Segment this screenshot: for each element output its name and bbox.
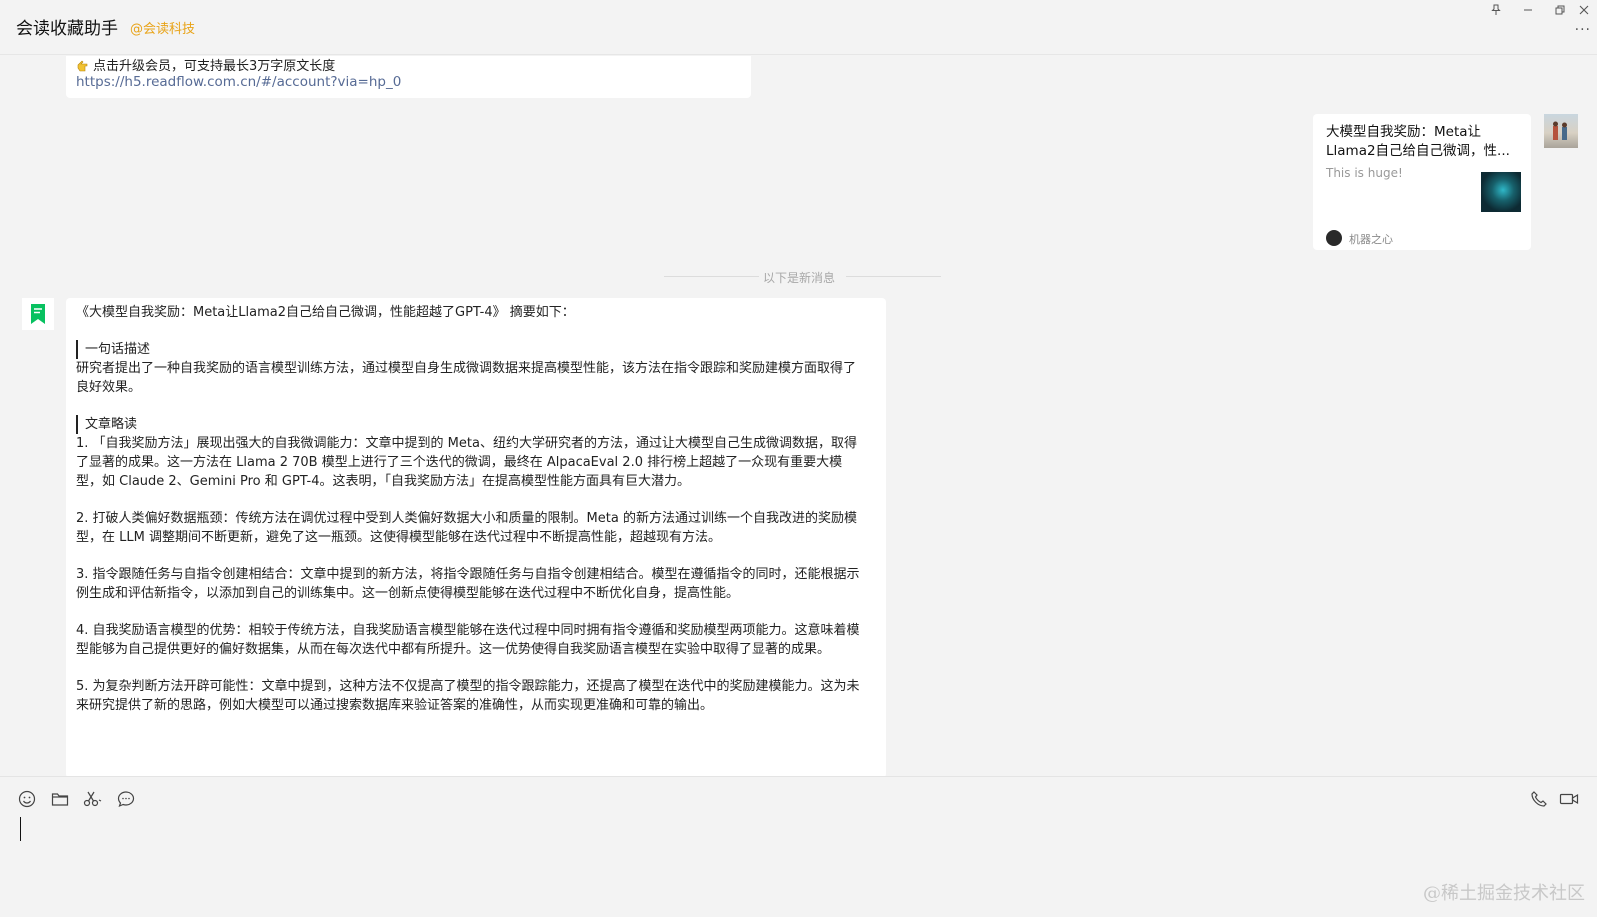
card-title: 大模型自我奖励：Meta让Llama2自己给自己微调，性...: [1326, 124, 1510, 159]
summary-point: 1. 「自我奖励方法」展现出强大的自我微调能力：文章中提到的 Meta、纽约大学…: [76, 436, 857, 489]
summary-point: 3. 指令跟随任务与自指令创建相结合：文章中提到的新方法，将指令跟随任务与自指令…: [76, 567, 860, 601]
video-icon[interactable]: [1558, 788, 1580, 810]
upgrade-link[interactable]: https://h5.readflow.com.cn/#/account?via…: [76, 74, 401, 90]
new-messages-divider: 以下是新消息: [763, 271, 836, 285]
user-avatar[interactable]: [1544, 114, 1578, 148]
close-icon[interactable]: [1570, 0, 1597, 20]
upgrade-text: 点击升级会员，可支持最长3万字原文长度: [93, 59, 336, 74]
phone-icon[interactable]: [1528, 788, 1550, 810]
divider-line-left: [664, 276, 759, 277]
summary-point: 2. 打破人类偏好数据瓶颈：传统方法在调优过程中受到人类偏好数据大小和质量的限制…: [76, 511, 857, 545]
pin-icon[interactable]: [1481, 0, 1511, 20]
watermark: @稀土掘金技术社区: [1423, 883, 1585, 904]
section-body-one-line: 研究者提出了一种自我奖励的语言模型训练方法，通过模型自身生成微调数据来提高模型性…: [76, 361, 857, 395]
title-bar: 会读收藏助手 @会读科技 ···: [0, 0, 1597, 55]
bookmark-avatar-icon: [31, 304, 45, 324]
section-heading-one-line: 一句话描述: [76, 340, 866, 359]
previous-message-bubble: 点击升级会员，可支持最长3万字原文长度 https://h5.readflow.…: [66, 56, 751, 98]
org-tag[interactable]: @会读科技: [130, 18, 195, 37]
bot-avatar[interactable]: [22, 298, 54, 330]
emoji-icon[interactable]: [16, 788, 38, 810]
summary-intro: 《大模型自我奖励：Meta让Llama2自己给自己微调，性能超越了GPT-4》 …: [76, 305, 575, 320]
card-description: This is huge!: [1326, 166, 1403, 180]
scissors-icon[interactable]: [82, 788, 104, 810]
text-cursor: [20, 817, 21, 841]
summary-point: 4. 自我奖励语言模型的优势：相较于传统方法，自我奖励语言模型能够在迭代过程中同…: [76, 623, 860, 657]
summary-point: 5. 为复杂判断方法开辟可能性：文章中提到，这种方法不仅提高了模型的指令跟踪能力…: [76, 679, 860, 713]
divider-line-right: [846, 276, 941, 277]
pointing-hand-icon: [76, 59, 89, 72]
chat-bubble-icon[interactable]: [115, 788, 137, 810]
source-logo-icon: [1326, 230, 1342, 246]
card-thumbnail: [1481, 172, 1521, 212]
chat-messages[interactable]: 点击升级会员，可支持最长3万字原文长度 https://h5.readflow.…: [0, 56, 1597, 776]
card-source: 机器之心: [1349, 233, 1393, 246]
folder-icon[interactable]: [49, 788, 71, 810]
summary-message-bubble: 《大模型自我奖励：Meta让Llama2自己给自己微调，性能超越了GPT-4》 …: [66, 298, 886, 776]
chat-title: 会读收藏助手: [16, 19, 118, 39]
more-icon[interactable]: ···: [1575, 22, 1591, 38]
message-input-area[interactable]: @稀土掘金技术社区: [0, 776, 1597, 917]
minimize-icon[interactable]: [1513, 0, 1543, 20]
section-heading-overview: 文章略读: [76, 415, 866, 434]
shared-article-card[interactable]: 大模型自我奖励：Meta让Llama2自己给自己微调，性... This is …: [1313, 114, 1531, 250]
